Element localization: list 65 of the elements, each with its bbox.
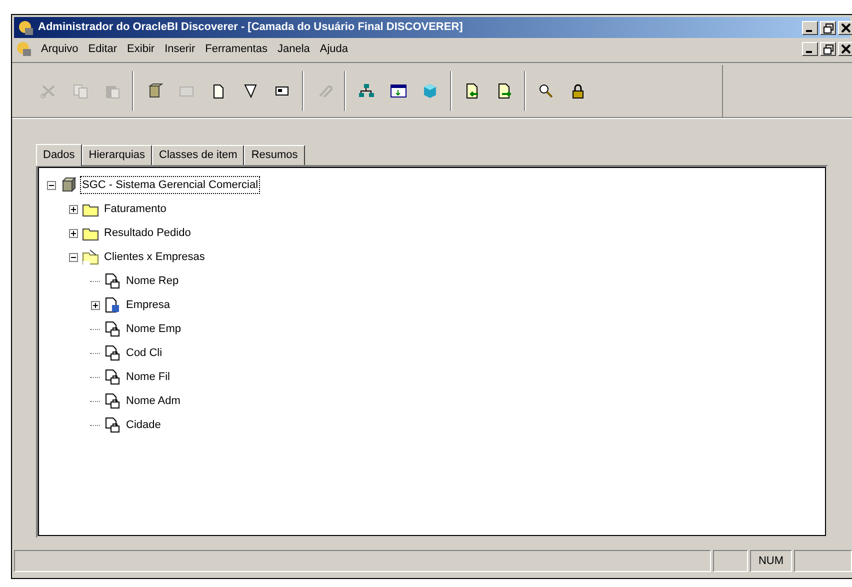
import-icon: [464, 82, 480, 100]
close-button[interactable]: [838, 20, 852, 34]
tab[interactable]: Hierarquias: [82, 145, 152, 165]
tree-item[interactable]: Nome Rep: [124, 272, 181, 290]
restore-button[interactable]: [820, 42, 836, 56]
item-icon: [104, 392, 121, 410]
export-icon: [496, 82, 512, 100]
tree-item[interactable]: Faturamento: [102, 200, 168, 218]
collapse-icon[interactable]: [68, 252, 78, 262]
tree-item[interactable]: Nome Adm: [124, 392, 182, 410]
item-icon: [104, 272, 121, 290]
tree-item[interactable]: Nome Emp: [124, 320, 184, 338]
menu-item[interactable]: Arquivo: [36, 40, 84, 58]
tree-item[interactable]: Cidade: [124, 416, 163, 434]
close-button[interactable]: [838, 42, 852, 56]
magnifier-icon: [538, 82, 554, 100]
status-indicator: NUM: [750, 550, 792, 572]
hierarchy-icon: [358, 82, 374, 100]
restore-icon: [822, 22, 834, 34]
expand-icon[interactable]: [68, 204, 78, 214]
status-panel: [713, 550, 748, 572]
tree-item[interactable]: Empresa: [124, 296, 172, 314]
cube-icon: [146, 82, 162, 100]
restore-icon: [822, 43, 834, 55]
collapse-icon[interactable]: [46, 180, 56, 190]
item-icon: [104, 320, 121, 338]
tab[interactable]: Resumos: [244, 145, 305, 165]
window-icon: [390, 82, 406, 100]
menu-item[interactable]: Inserir: [160, 40, 200, 58]
minimize-icon: [806, 51, 812, 53]
close-icon: [840, 22, 852, 34]
item-icon: [104, 368, 121, 386]
copy-icon: [72, 82, 88, 100]
menu-item[interactable]: Exibir: [122, 40, 160, 58]
item-icon: [104, 296, 121, 314]
window-title: Administrador do OracleBI Discoverer - [Camada do Usuário Final DISCOVERER]: [38, 20, 463, 36]
expand-icon[interactable]: [90, 300, 100, 310]
folder-icon: [82, 248, 99, 266]
tab[interactable]: Dados: [36, 144, 82, 166]
menu-item[interactable]: Ferramentas: [200, 40, 272, 58]
minimize-icon: [806, 30, 812, 32]
expand-icon[interactable]: [68, 228, 78, 238]
minimize-button[interactable]: [802, 20, 818, 34]
filter-icon: [242, 82, 258, 100]
scissors-icon: [40, 82, 56, 100]
tree-item[interactable]: Resultado Pedido: [102, 224, 193, 242]
padlock-icon: [570, 82, 586, 100]
close-icon: [840, 43, 852, 55]
tree-item[interactable]: SGC - Sistema Gerencial Comercial: [80, 176, 260, 194]
restore-button[interactable]: [820, 20, 836, 34]
tree-item[interactable]: Cod Cli: [124, 344, 164, 362]
menu-item[interactable]: Janela: [272, 40, 315, 58]
item-icon: [104, 416, 121, 434]
menu-item[interactable]: Editar: [83, 40, 122, 58]
status-panel: [794, 550, 852, 572]
tree-item[interactable]: Clientes x Empresas: [102, 248, 207, 266]
tree-item[interactable]: Nome Fil: [124, 368, 172, 386]
app-icon: [16, 41, 32, 57]
menu-item[interactable]: Ajuda: [314, 40, 354, 58]
cube-icon: [422, 82, 438, 100]
database-icon: [60, 176, 77, 194]
item-icon: [104, 344, 121, 362]
app-icon: [18, 20, 34, 36]
minimize-button[interactable]: [802, 42, 818, 56]
tab[interactable]: Classes de item: [152, 145, 244, 165]
